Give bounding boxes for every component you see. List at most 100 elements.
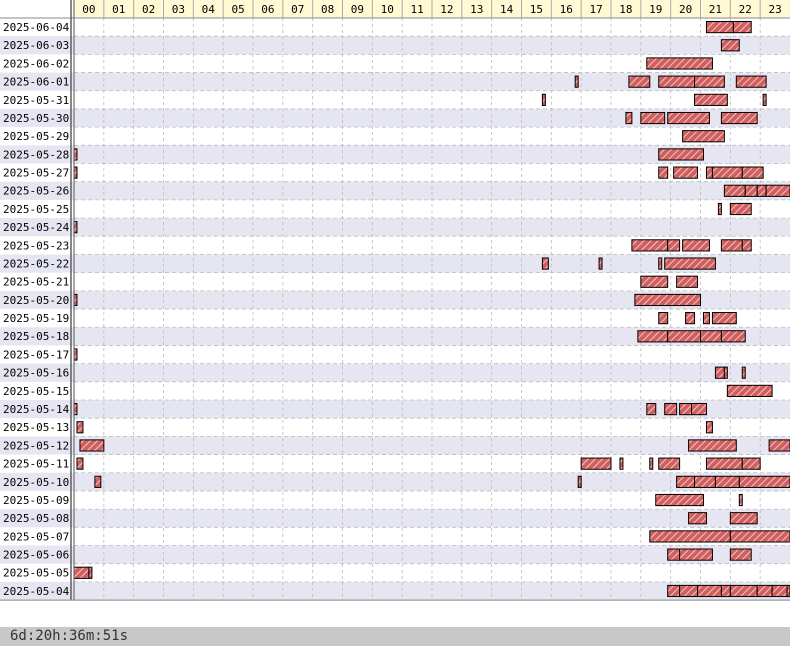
timeline-bar (765, 184, 790, 197)
row-background (0, 436, 790, 455)
timeline-bar (756, 184, 767, 197)
timeline-bar (577, 475, 582, 488)
timeline-bar (714, 475, 740, 488)
timeline-bar (73, 566, 90, 579)
timeline-bar (735, 75, 767, 88)
timeline-bar (637, 330, 669, 343)
timeline-bar (726, 384, 773, 397)
date-label: 2025-05-11 (3, 458, 69, 471)
timeline-bar (667, 584, 681, 598)
timeline-bar (649, 530, 731, 543)
row-background (0, 181, 790, 200)
timeline-bar (714, 366, 725, 379)
date-label: 2025-05-16 (3, 367, 69, 380)
timeline-bar (649, 457, 654, 470)
row-background (0, 363, 790, 382)
date-label: 2025-05-20 (3, 294, 69, 307)
hour-tick-label: 13 (470, 3, 483, 16)
timeline-bar (682, 239, 710, 252)
timeline-bar (720, 239, 743, 252)
date-label: 2025-05-27 (3, 167, 69, 180)
timeline-bar (729, 548, 752, 561)
timeline-bar (625, 111, 633, 125)
timeline-bar (628, 75, 651, 88)
date-labels: 2025-06-04 2025-06-03 2025-06-02 2025-06-01… (3, 21, 70, 598)
date-label: 2025-05-08 (3, 512, 69, 525)
date-label: 2025-05-10 (3, 476, 69, 489)
date-label: 2025-05-09 (3, 494, 69, 507)
hour-tick-label: 06 (261, 3, 274, 16)
hour-tick-label: 12 (440, 3, 453, 16)
timeline-bar (720, 111, 758, 125)
timeline-bar (768, 439, 790, 452)
timeline-bar (744, 184, 758, 197)
hour-tick-label: 11 (410, 3, 423, 16)
timeline-bar (676, 275, 699, 288)
date-label: 2025-05-30 (3, 112, 69, 125)
date-label: 2025-05-05 (3, 567, 69, 580)
date-label: 2025-06-04 (3, 21, 70, 34)
timeline-bar (741, 166, 764, 179)
date-label: 2025-05-15 (3, 385, 69, 398)
timeline-chart: 00 01 02 03 04 05 06 07 08 09 10 11 12 13 14 15 16 17 18 19… (0, 0, 790, 601)
timeline-bar (655, 493, 704, 507)
timeline-bar (598, 257, 603, 270)
date-label: 2025-05-17 (3, 348, 69, 361)
timeline-bar (76, 457, 84, 470)
hour-tick-label: 03 (172, 3, 185, 16)
timeline-bar (682, 130, 725, 143)
hour-tick-label: 00 (82, 3, 95, 16)
timeline-bar (720, 584, 731, 598)
date-label: 2025-05-12 (3, 439, 69, 452)
timeline-bar (640, 275, 669, 288)
date-label: 2025-05-04 (3, 585, 70, 598)
timeline-bar (580, 457, 612, 470)
timeline-bar (702, 312, 710, 325)
timeline-bar (658, 75, 696, 88)
timeline-bar (658, 457, 681, 470)
timeline-bar (667, 330, 702, 343)
date-label: 2025-05-22 (3, 257, 69, 270)
hour-tick-label: 16 (560, 3, 573, 16)
hour-tick-label: 10 (381, 3, 394, 16)
timeline-bar (756, 584, 773, 598)
row-background (0, 36, 790, 55)
date-label: 2025-05-24 (3, 221, 70, 234)
hour-tick-label: 22 (739, 3, 752, 16)
date-label: 2025-05-13 (3, 421, 69, 434)
timeline-bar (729, 584, 758, 598)
timeline-bar (94, 475, 102, 488)
timeline-bar (658, 257, 663, 270)
timeline-bar (694, 93, 728, 106)
timeline-bar (541, 93, 546, 106)
timeline-bar (541, 257, 549, 270)
footer-bar: 6d:20h:36m:51s (0, 627, 790, 646)
timeline-bar (711, 166, 743, 179)
timeline-bar (723, 184, 746, 197)
timeline-bar (688, 512, 707, 525)
date-label: 2025-05-31 (3, 94, 69, 107)
date-label: 2025-05-18 (3, 330, 69, 343)
hour-tick-label: 08 (321, 3, 334, 16)
hour-tick-label: 20 (679, 3, 692, 16)
timeline-bar (729, 512, 758, 525)
timeline-bar (76, 421, 84, 434)
timeline-bar (640, 111, 666, 125)
timeline-bar (685, 312, 696, 325)
timeline-bar (658, 148, 704, 161)
timeline-bar (664, 402, 678, 416)
timeline-bar (705, 421, 713, 434)
hour-tick-label: 05 (231, 3, 244, 16)
timeline-bar (723, 366, 728, 379)
timeline-bar (694, 475, 716, 488)
timeline-bar (741, 239, 752, 252)
timeline-bar (732, 21, 752, 34)
hour-tick-label: 02 (142, 3, 155, 16)
date-label: 2025-05-29 (3, 130, 69, 143)
hour-tick-label: 04 (202, 3, 216, 16)
timeline-bar (667, 548, 681, 561)
timeline-bar (738, 475, 790, 488)
timeline-bar (679, 584, 699, 598)
timeline-bar (729, 202, 752, 216)
timeline-bar (679, 548, 713, 561)
